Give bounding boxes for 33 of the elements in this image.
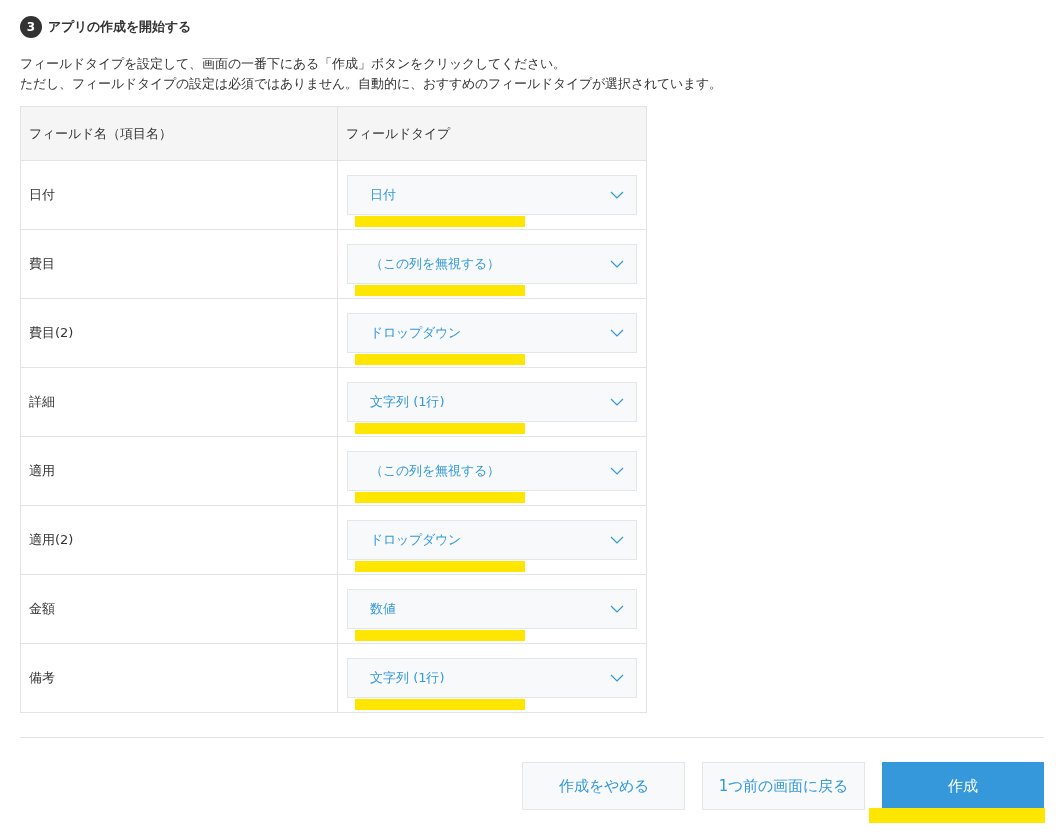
field-type-select[interactable]: ドロップダウン — [347, 520, 637, 560]
field-name-cell: 日付 — [20, 160, 338, 230]
field-type-select[interactable]: 文字列 (1行) — [347, 382, 637, 422]
field-type-select[interactable]: 日付 — [347, 175, 637, 215]
field-name-cell: 費目(2) — [20, 298, 338, 368]
instruction-text: ただし、フィールドタイプの設定は必須ではありません。自動的に、おすすめのフィールドタイプが選択されています。 — [20, 75, 723, 93]
field-name-cell: 適用(2) — [20, 505, 338, 575]
chevron-down-icon — [610, 329, 624, 337]
field-type-select[interactable]: 文字列 (1行) — [347, 658, 637, 698]
field-name-cell: 費目 — [20, 229, 338, 299]
instruction-text: フィールドタイプを設定して、画面の一番下にある「作成」ボタンをクリックしてください。 — [20, 55, 567, 73]
column-header: フィールド名（項目名） — [20, 106, 338, 161]
step-number-badge: 3 — [20, 16, 42, 38]
chevron-down-icon — [610, 398, 624, 406]
chevron-down-icon — [610, 605, 624, 613]
field-name-cell: 金額 — [20, 574, 338, 644]
secondary-button[interactable]: 作成をやめる — [522, 762, 685, 810]
secondary-button[interactable]: 1つ前の画面に戻る — [702, 762, 865, 810]
chevron-down-icon — [610, 260, 624, 268]
field-name-cell: 詳細 — [20, 367, 338, 437]
field-type-select[interactable]: 数値 — [347, 589, 637, 629]
section-title: アプリの作成を開始する — [48, 18, 191, 37]
column-header: フィールドタイプ — [337, 106, 647, 161]
field-type-select[interactable]: ドロップダウン — [347, 313, 637, 353]
chevron-down-icon — [610, 536, 624, 544]
create-button[interactable]: 作成 — [882, 762, 1044, 810]
field-name-cell: 備考 — [20, 643, 338, 713]
chevron-down-icon — [610, 674, 624, 682]
field-name-cell: 適用 — [20, 436, 338, 506]
chevron-down-icon — [610, 467, 624, 475]
chevron-down-icon — [610, 191, 624, 199]
field-type-select[interactable]: （この列を無視する） — [347, 244, 637, 284]
field-type-select[interactable]: （この列を無視する） — [347, 451, 637, 491]
